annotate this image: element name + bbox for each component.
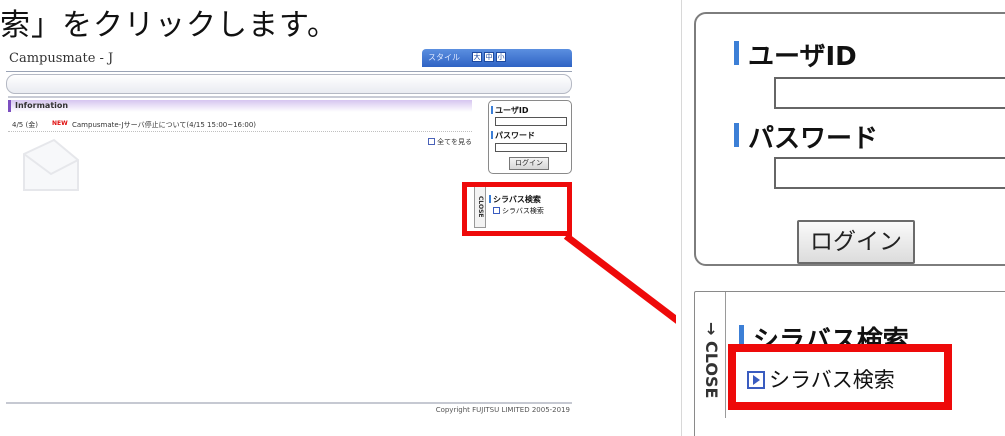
envelope-icon (23, 138, 79, 191)
see-all-label: 全てを見る (437, 138, 472, 146)
user-id-label: ユーザID (490, 106, 529, 115)
highlight-box-large (728, 344, 952, 410)
copyright: Copyright FUJITSU LIMITED 2005-2019 (435, 406, 570, 414)
font-size-large-button[interactable]: 大 (472, 52, 482, 62)
small-screenshot: Campusmate - J スタイル 大 中 小 Information 4/… (6, 48, 572, 418)
see-all-link[interactable]: 全てを見る (428, 137, 472, 147)
arrow-icon (428, 138, 436, 145)
password-input[interactable] (495, 143, 567, 152)
style-switcher: スタイル 大 中 小 (422, 49, 572, 67)
login-box: ユーザID パスワード ログイン (488, 100, 572, 174)
news-link[interactable]: Campusmate-Jサーバ停止について(4/15 15:00~16:00) (72, 120, 256, 130)
app-title: Campusmate - J (9, 51, 114, 66)
zoomed-close-tab[interactable]: → CLOSE (699, 300, 723, 420)
news-divider (8, 131, 472, 132)
zoomed-user-id-input[interactable] (774, 77, 1005, 109)
user-id-input[interactable] (495, 117, 567, 126)
page-edge (681, 0, 682, 436)
font-size-medium-button[interactable]: 中 (484, 52, 494, 62)
instruction-text: 索」をクリックします。 (0, 8, 338, 43)
close-tab-divider (725, 292, 726, 418)
zoomed-login-box: ユーザID パスワード ログイン (694, 12, 1005, 266)
zoomed-view: ユーザID パスワード ログイン → CLOSE シラバス検索 シラバス検索 (676, 0, 1005, 436)
menu-bar (6, 74, 572, 94)
zoomed-password-label: パスワード (733, 118, 878, 155)
divider (8, 96, 570, 98)
information-header: Information (8, 100, 472, 112)
information-title: Information (15, 101, 69, 110)
footer-divider (6, 402, 572, 404)
login-button[interactable]: ログイン (509, 157, 549, 170)
password-label: パスワード (491, 131, 535, 140)
highlight-box-small (462, 182, 572, 236)
zoomed-password-input[interactable] (774, 157, 1005, 189)
zoomed-user-id-label: ユーザID (734, 36, 857, 73)
zoomed-login-button[interactable]: ログイン (797, 220, 915, 264)
news-date: 4/5 (金) (12, 121, 38, 129)
style-label: スタイル (428, 53, 460, 62)
top-bar: Campusmate - J スタイル 大 中 小 (6, 48, 572, 72)
font-size-small-button[interactable]: 小 (496, 52, 506, 62)
new-badge: NEW (52, 120, 68, 127)
